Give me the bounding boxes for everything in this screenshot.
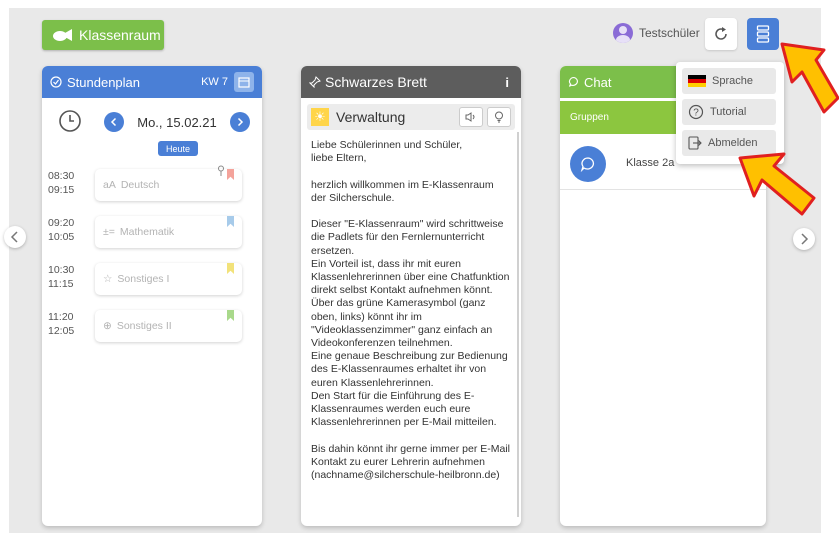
slot-time: 09:20 10:05 [48,216,74,244]
schedule-icon [50,76,62,88]
slot-start: 08:30 [48,170,75,182]
subject-card[interactable]: aA Deutsch [95,165,242,201]
slot-start: 10:30 [48,264,75,276]
refresh-icon [715,27,727,40]
german-flag-icon [688,75,706,87]
bookmark-icon [227,263,234,274]
schedule-slot[interactable]: 09:20 10:05 ±= Mathematik [48,216,252,252]
schedule-header: Stundenplan KW 7 [42,66,262,98]
chat-group-avatar-icon [570,146,606,182]
subject-label: Sonstiges I [117,273,170,285]
chevron-left-icon [110,117,117,127]
schedule-slot[interactable]: 11:20 12:05 ⊕ Sonstiges II [48,310,252,346]
user-avatar-icon [613,23,633,43]
chevron-left-icon [10,231,18,243]
schedule-slot[interactable]: 08:30 09:15 aA Deutsch [48,165,252,205]
slot-start: 09:20 [48,217,75,229]
schedule-date: Mo., 15.02.21 [137,115,217,130]
schedule-card: Stundenplan KW 7 Mo., 15.02.21 Heute 08:… [42,66,262,526]
speaker-icon [465,112,475,122]
slot-start: 11:20 [48,311,74,323]
groups-tab-label: Gruppen [570,112,609,123]
next-page-button[interactable] [793,228,815,250]
video-camera-icon [53,29,72,41]
subject-icon: ±= [103,226,115,238]
menu-button[interactable] [747,18,779,50]
slot-time: 08:30 09:15 [48,169,74,197]
chevron-right-icon [237,117,244,127]
user-name: Testschüler [639,26,700,40]
subject-icon: aA [103,179,116,191]
calendar-icon [238,77,250,88]
slot-end: 09:15 [48,184,75,196]
slot-end: 10:05 [48,231,75,243]
info-button[interactable]: i [505,75,509,90]
menu-item-tutorial[interactable]: ? Tutorial [682,99,776,125]
question-icon: ? [688,104,704,120]
subject-card[interactable]: ⊕ Sonstiges II [95,310,242,342]
logout-icon [688,136,702,150]
lightbulb-button[interactable] [487,107,511,127]
pushpin-icon [309,76,321,88]
bookmark-icon [227,310,234,321]
user-menu-dropdown: Sprache ? Tutorial Abmelden [676,62,784,164]
previous-page-button[interactable] [4,226,26,248]
subject-card[interactable]: ±= Mathematik [95,216,242,248]
subject-icon: ☆ [103,273,113,285]
subject-card[interactable]: ☆ Sonstiges I [95,263,242,295]
sun-icon: ☀ [311,108,329,126]
slot-time: 10:30 11:15 [48,263,74,291]
menu-item-label: Tutorial [710,106,747,118]
board-section-title: Verwaltung [336,109,406,125]
today-button[interactable]: Heute [158,141,198,156]
refresh-button[interactable] [705,18,737,50]
clock-icon [59,110,81,132]
brand-label: Klassenraum [79,27,161,43]
menu-item-language[interactable]: Sprache [682,68,776,94]
previous-day-button[interactable] [104,112,124,132]
svg-text:?: ? [693,108,699,119]
chat-bubble-icon [568,76,578,87]
board-section-header: ☀ Verwaltung [307,104,515,130]
slot-end: 11:15 [48,278,74,290]
user-info[interactable]: Testschüler [613,23,700,43]
chevron-right-icon [801,233,809,245]
annotation-arrow-icon [780,42,839,114]
speaker-button[interactable] [459,107,483,127]
next-day-button[interactable] [230,112,250,132]
scrollbar[interactable] [517,132,519,517]
brand-button[interactable]: Klassenraum [42,20,164,50]
schedule-slot[interactable]: 10:30 11:15 ☆ Sonstiges I [48,263,252,299]
lightbulb-icon [495,111,503,123]
subject-icon: ⊕ [103,320,112,332]
subject-label: Deutsch [120,179,160,191]
pin-icon [218,165,224,176]
board-post-text: Liebe Schülerinnen und Schüler, liebe El… [311,139,510,482]
calendar-button[interactable] [234,72,254,92]
app-background: Klassenraum Testschüler Stundenplan KW 7… [4,8,821,533]
schedule-title: Stundenplan [67,74,141,90]
chat-title: Chat [584,74,612,90]
annotation-arrow-icon [738,152,816,216]
board-title: Schwarzes Brett [325,74,427,90]
bookmark-icon [227,169,234,180]
subject-label: Mathematik [119,226,175,238]
bookmark-icon [227,216,234,227]
board-header: Schwarzes Brett i [301,66,521,98]
menu-item-label: Sprache [712,75,753,87]
board-card: Schwarzes Brett i ☀ Verwaltung Liebe Sch… [301,66,521,526]
slot-end: 12:05 [48,325,75,337]
slot-time: 11:20 12:05 [48,310,74,338]
top-bar: Klassenraum Testschüler [9,8,821,58]
menu-item-label: Abmelden [708,137,758,149]
stacked-menu-icon [756,25,770,43]
chat-group-name: Klasse 2a [626,157,675,169]
subject-label: Sonstiges II [116,320,172,332]
week-label: KW 7 [201,76,228,88]
